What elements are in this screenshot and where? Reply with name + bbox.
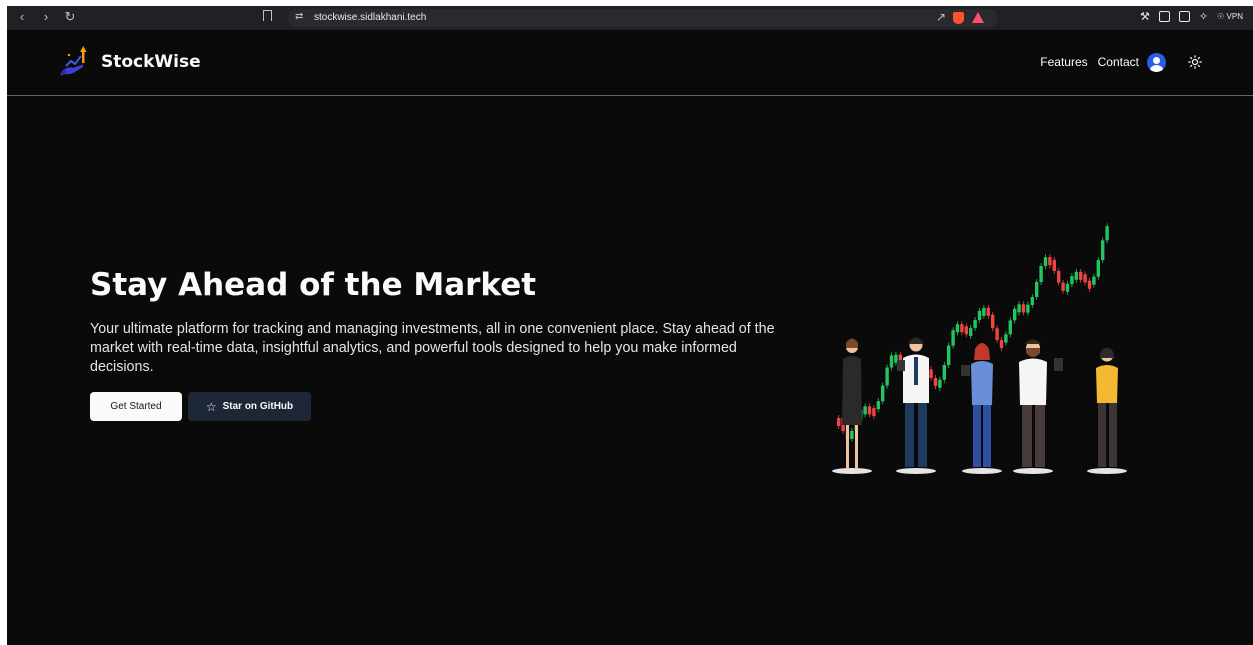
brave-shields-icon[interactable] (953, 12, 964, 24)
forward-icon[interactable]: › (39, 9, 53, 25)
sidebar-icon[interactable] (1158, 11, 1170, 22)
vpn-label: VPN (1226, 12, 1243, 21)
brand-name[interactable]: StockWise (101, 52, 201, 72)
leo-ai-icon[interactable]: ✧ (1199, 10, 1208, 23)
avatar-head (1153, 57, 1160, 64)
back-icon[interactable]: ‹ (15, 9, 29, 25)
page: StockWise Features Contact Stay Ahead of… (7, 30, 1253, 645)
candlestick-chart (837, 223, 1109, 443)
brave-rewards-icon[interactable] (972, 12, 984, 23)
hero-description: Your ultimate platform for tracking and … (90, 321, 775, 375)
browser-nav: ‹ › ↻ (15, 9, 77, 25)
star-on-github-label: Star on GitHub (222, 401, 294, 412)
avatar-body (1150, 65, 1163, 72)
growth-chart-hand-icon[interactable] (58, 45, 92, 79)
nav-link-features[interactable]: Features (1040, 55, 1087, 69)
bookmark-icon[interactable] (263, 10, 272, 21)
market-illustration (832, 223, 1127, 474)
share-icon[interactable]: ↗ (936, 10, 946, 24)
nav-link-contact[interactable]: Contact (1098, 55, 1139, 69)
wallet-icon[interactable] (1178, 11, 1190, 22)
sun-icon[interactable] (1188, 55, 1202, 69)
site-header: StockWise Features Contact (7, 30, 1253, 96)
get-started-button[interactable]: Get Started (90, 392, 182, 421)
main-nav: Features Contact (1040, 55, 1139, 69)
people-illustration (832, 337, 1127, 474)
extensions-icon[interactable]: ⚒ (1140, 10, 1150, 23)
address-bar[interactable]: ⇄ stockwise.sidlakhani.tech ↗ (288, 9, 998, 27)
star-icon: ☆ (205, 399, 217, 414)
site-settings-icon[interactable]: ⇄ (295, 11, 303, 22)
reload-icon[interactable]: ↻ (63, 9, 77, 25)
url-text[interactable]: stockwise.sidlakhani.tech (314, 12, 426, 23)
browser-actions: ⚒ ✧ ☉ VPN (1140, 10, 1243, 23)
user-icon[interactable] (1147, 53, 1166, 72)
vpn-button[interactable]: ☉ VPN (1217, 12, 1243, 21)
hero-title: Stay Ahead of the Market (90, 267, 537, 303)
star-on-github-button[interactable]: ☆ Star on GitHub (188, 392, 311, 421)
browser-toolbar: ‹ › ↻ ⇄ stockwise.sidlakhani.tech ↗ ⚒ ✧ … (7, 6, 1253, 30)
